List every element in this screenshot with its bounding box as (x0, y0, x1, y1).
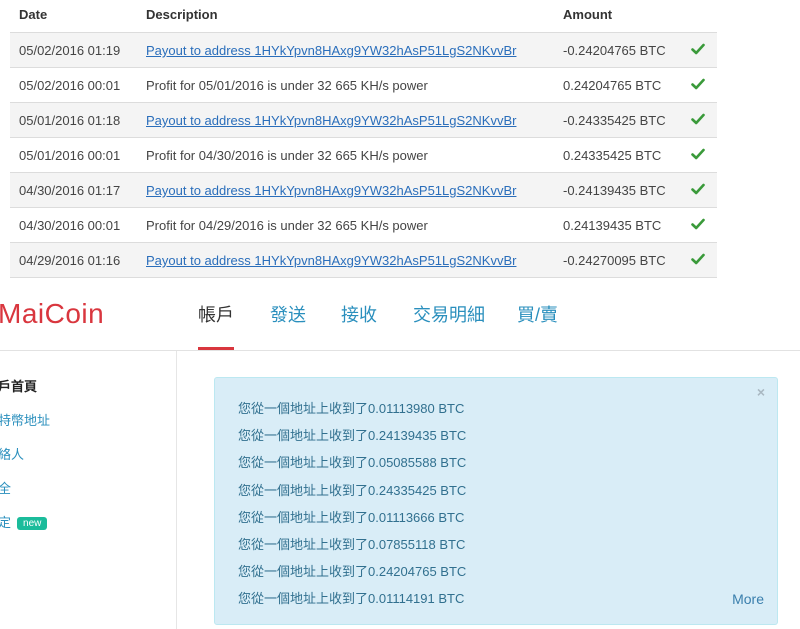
transactions-table: Date Description Amount 05/02/2016 01:19… (10, 0, 717, 278)
tab-receive[interactable]: 接收 (341, 301, 377, 327)
table-row: 04/30/2016 01:17 Payout to address 1HYkYp… (10, 172, 717, 207)
table-row: 05/02/2016 00:01 Profit for 05/01/2016 is… (10, 67, 717, 102)
sidebar-item-contacts[interactable]: 絡人 (0, 444, 24, 463)
row-amount: 0.24204765 BTC (563, 78, 662, 93)
row-date: 05/02/2016 00:01 (19, 78, 121, 93)
row-date: 05/01/2016 01:18 (19, 113, 121, 128)
header-description: Description (146, 7, 218, 22)
table-row: 04/29/2016 01:16 Payout to address 1HYkYp… (10, 242, 717, 277)
payout-address-link[interactable]: Payout to address 1HYkYpvn8HAxg9YW32hAsP… (146, 43, 516, 58)
notification-item: 您從一個地址上收到了0.01114191 BTC (238, 591, 465, 607)
tab-transactions[interactable]: 交易明細 (413, 301, 485, 327)
row-date: 04/29/2016 01:16 (19, 253, 121, 268)
notification-item: 您從一個地址上收到了0.01113980 BTC (238, 401, 465, 416)
table-body: 05/02/2016 01:19 Payout to address 1HYkYp… (10, 32, 717, 277)
table-row: 05/01/2016 00:01 Profit for 04/30/2016 is… (10, 137, 717, 172)
table-row: 05/02/2016 01:19 Payout to address 1HYkYp… (10, 32, 717, 67)
header-date: Date (19, 7, 48, 22)
tab-send[interactable]: 發送 (270, 301, 306, 327)
check-icon (691, 253, 705, 265)
row-date: 04/30/2016 01:17 (19, 183, 121, 198)
table-row: 05/01/2016 01:18 Payout to address 1HYkYp… (10, 102, 717, 137)
row-amount: -0.24270095 BTC (563, 253, 666, 268)
check-icon (691, 183, 705, 195)
table-header: Date Description Amount (10, 0, 717, 32)
payout-address-link[interactable]: Payout to address 1HYkYpvn8HAxg9YW32hAsP… (146, 113, 516, 128)
row-amount: -0.24139435 BTC (563, 183, 666, 198)
sidebar-item-settings[interactable]: 定 new (0, 512, 48, 531)
notification-item: 您從一個地址上收到了0.24204765 BTC (238, 564, 467, 580)
sidebar-item-account-home[interactable]: 戶首頁 (0, 376, 37, 395)
row-date: 05/02/2016 01:19 (19, 43, 121, 58)
row-date: 04/30/2016 00:01 (19, 218, 121, 233)
row-description: Profit for 05/01/2016 is under 32 665 KH… (146, 78, 428, 93)
row-description: Profit for 04/29/2016 is under 32 665 KH… (146, 218, 428, 233)
header-amount: Amount (563, 7, 613, 22)
payout-address-link[interactable]: Payout to address 1HYkYpvn8HAxg9YW32hAsP… (146, 183, 516, 198)
notification-item: 您從一個地址上收到了0.07855118 BTC (238, 537, 466, 552)
check-icon (691, 78, 705, 90)
sidebar-item-bitcoin-addresses[interactable]: 特幣地址 (0, 410, 50, 429)
row-amount: -0.24335425 BTC (563, 113, 666, 128)
sidebar: 戶首頁 特幣地址 絡人 全 定 new (0, 351, 177, 629)
sidebar-item-settings-label: 定 (0, 515, 12, 530)
check-icon (691, 218, 705, 230)
table-row: 04/30/2016 00:01 Profit for 04/29/2016 is… (10, 207, 717, 242)
check-icon (691, 148, 705, 160)
notification-item: 您從一個地址上收到了0.24139435 BTC (238, 428, 467, 444)
row-amount: 0.24139435 BTC (563, 218, 662, 233)
close-icon[interactable]: × (757, 384, 765, 400)
tab-buy-sell[interactable]: 買/賣 (517, 301, 558, 327)
notification-item: 您從一個地址上收到了0.05085588 BTC (238, 455, 467, 471)
sidebar-item-security[interactable]: 全 (0, 478, 11, 497)
more-link[interactable]: More (732, 591, 764, 607)
payout-address-link[interactable]: Payout to address 1HYkYpvn8HAxg9YW32hAsP… (146, 253, 516, 268)
row-date: 05/01/2016 00:01 (19, 148, 121, 163)
table-bottom-border (10, 277, 717, 278)
check-icon (691, 43, 705, 55)
notification-item: 您從一個地址上收到了0.24335425 BTC (238, 482, 467, 498)
notification-panel: × 您從一個地址上收到了0.01113980 BTC 您從一個地址上收到了0.24… (214, 377, 778, 625)
new-badge: new (17, 517, 48, 530)
maicoin-logo[interactable]: MaiCoin (0, 298, 104, 330)
tab-account[interactable]: 帳戶 (198, 301, 234, 327)
notification-item: 您從一個地址上收到了0.01113666 BTC (238, 509, 465, 525)
check-icon (691, 113, 705, 125)
row-amount: -0.24204765 BTC (563, 43, 666, 58)
row-amount: 0.24335425 BTC (563, 148, 662, 163)
row-description: Profit for 04/30/2016 is under 32 665 KH… (146, 148, 428, 163)
